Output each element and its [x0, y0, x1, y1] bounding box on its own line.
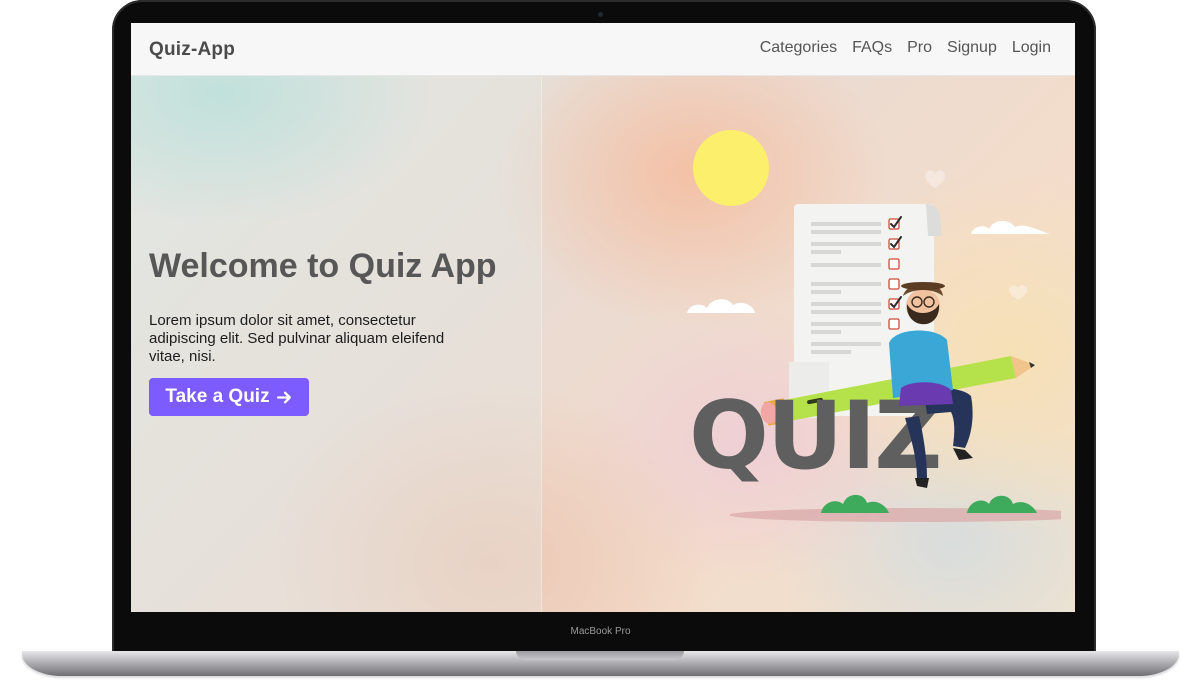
take-quiz-label: Take a Quiz [165, 386, 270, 407]
checklist-checkbox [888, 318, 900, 330]
checklist-checkbox [888, 278, 900, 290]
laptop-base-notch [516, 651, 684, 660]
checklist-checkbox [888, 258, 900, 270]
cloud-right [971, 220, 1050, 234]
take-quiz-button[interactable]: Take a Quiz [149, 378, 309, 416]
paper-curl [926, 204, 941, 236]
nav-link-login[interactable]: Login [1012, 39, 1051, 57]
heart-decoration [925, 170, 945, 188]
arrow-right-icon [276, 391, 291, 403]
bush-left [821, 494, 889, 513]
bush-right [967, 495, 1037, 513]
hero-title: Welcome to Quiz App [149, 247, 497, 285]
nav-link-categories[interactable]: Categories [760, 39, 837, 57]
nav-link-pro[interactable]: Pro [907, 39, 932, 57]
nav-links: Categories FAQs Pro Signup Login [760, 39, 1051, 57]
screen: Quiz-App Categories FAQs Pro Signup Logi… [131, 23, 1075, 612]
device-model-label: MacBook Pro [570, 626, 631, 637]
quiz-illustration: QUIZ [687, 130, 1061, 522]
brand-logo[interactable]: Quiz-App [149, 39, 235, 61]
cloud-left [687, 299, 755, 313]
hero-description: Lorem ipsum dolor sit amet, consectetur … [149, 312, 445, 365]
heart-decoration [1009, 285, 1027, 300]
sun [693, 130, 769, 206]
navbar: Quiz-App Categories FAQs Pro Signup Logi… [131, 23, 1075, 76]
camera-icon [598, 12, 603, 17]
nav-link-faqs[interactable]: FAQs [852, 39, 892, 57]
nav-link-signup[interactable]: Signup [947, 39, 997, 57]
